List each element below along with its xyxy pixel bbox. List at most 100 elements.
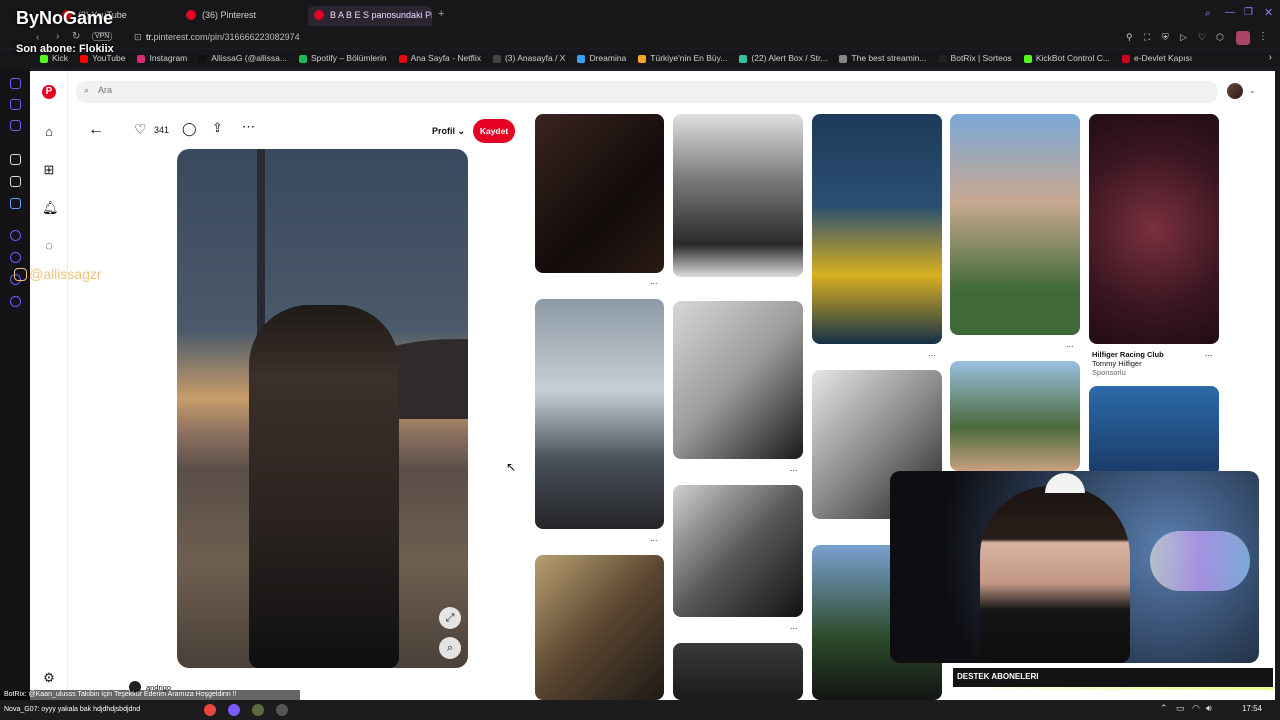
sidebar-app-icon[interactable] <box>10 120 21 131</box>
sidebar-app-icon[interactable] <box>10 154 21 165</box>
more-icon[interactable]: ... <box>650 276 658 286</box>
grid-pin[interactable] <box>950 361 1080 471</box>
pinterest-logo-icon[interactable]: P <box>42 85 56 99</box>
sidebar-app-icon[interactable] <box>10 99 21 110</box>
grid-pin[interactable] <box>1089 386 1219 476</box>
heart-icon[interactable]: ♡ <box>1198 32 1206 43</box>
menu-icon[interactable]: ⋮ <box>1258 31 1268 42</box>
bookmark-item[interactable]: The best streamin... <box>835 50 934 68</box>
search-input[interactable] <box>98 85 498 95</box>
shield-icon[interactable]: ⛨ <box>1162 32 1169 43</box>
chrome-icon[interactable] <box>204 704 216 716</box>
app-icon[interactable] <box>276 704 288 716</box>
app-icon[interactable] <box>228 704 240 716</box>
tab-pinterest-board[interactable]: B A B E S panosundaki Pi <box>308 6 432 26</box>
user-avatar[interactable] <box>1227 83 1243 99</box>
maximize-icon[interactable]: ❐ <box>1244 7 1253 18</box>
reload-icon[interactable]: ↻ <box>72 31 80 42</box>
grid-pin[interactable] <box>535 555 664 700</box>
notifications-icon[interactable]: 🔔︎ <box>42 201 59 215</box>
back-arrow-icon[interactable]: ← <box>88 121 104 139</box>
bookmark-item[interactable]: e-Devlet Kapısı <box>1118 50 1200 68</box>
grid-pin[interactable] <box>673 114 803 277</box>
sidebar-app-icon[interactable] <box>10 230 21 241</box>
grid-pin[interactable] <box>673 485 803 617</box>
more-icon[interactable]: ... <box>928 348 936 358</box>
last-subscriber: Son abone: Flokiix <box>16 43 114 55</box>
pin-icon[interactable]: ⚲ <box>1126 32 1133 43</box>
search-bar[interactable]: ⌕ <box>76 81 1218 103</box>
profile-avatar[interactable] <box>1236 31 1250 45</box>
sidebar-app-icon[interactable] <box>10 78 21 89</box>
pin-image[interactable]: ⤢ ⌕ <box>177 149 468 668</box>
sidebar-app-icon[interactable] <box>10 198 21 209</box>
bookmark-item[interactable]: Ana Sayfa - Netflix <box>395 50 489 68</box>
settings-icon[interactable]: ⚙ <box>42 671 56 685</box>
tray-chevron-icon[interactable]: ⌃ <box>1160 703 1168 714</box>
lock-icon: ⊡ <box>134 32 142 42</box>
messages-icon[interactable]: ◌ <box>42 239 56 253</box>
bookmarks-overflow-icon[interactable]: › <box>1269 52 1272 63</box>
profile-dropdown[interactable]: Profil ⌄ <box>432 126 465 137</box>
grid-pin[interactable] <box>812 114 942 344</box>
heart-icon[interactable]: ♡ <box>134 121 147 138</box>
bookmark-item[interactable]: (22) Alert Box / Str... <box>735 50 835 68</box>
grid-pin[interactable] <box>673 301 803 459</box>
like-count: 341 <box>154 125 170 135</box>
close-icon[interactable]: ✕ <box>1264 6 1273 19</box>
app-icon[interactable] <box>252 704 264 716</box>
settings-icon[interactable] <box>10 296 21 307</box>
bookmark-item[interactable]: Spotify – Bölümlerin <box>295 50 395 68</box>
network-icon[interactable]: ▭ <box>1176 703 1185 714</box>
mouse-cursor: ↖ <box>506 460 517 474</box>
vpn-badge[interactable]: VPN <box>92 32 113 41</box>
share-icon[interactable]: ⇪ <box>212 120 223 136</box>
wifi-icon[interactable]: ◠ <box>1192 703 1200 714</box>
new-tab-plus-icon[interactable]: + <box>438 8 444 20</box>
back-icon[interactable]: ‹ <box>36 32 39 43</box>
save-button[interactable]: Kaydet <box>473 119 515 143</box>
minimize-icon[interactable]: — <box>1225 7 1235 18</box>
progress-bar <box>953 687 1273 690</box>
grid-pin[interactable] <box>535 299 664 529</box>
expand-icon[interactable]: ⤢ <box>439 607 461 629</box>
play-icon[interactable]: ▷ <box>1180 32 1187 43</box>
more-icon[interactable]: ... <box>790 621 798 631</box>
volume-icon[interactable]: 🔊︎ <box>1206 703 1212 714</box>
grid-pin[interactable] <box>535 114 664 273</box>
promo-title[interactable]: Hilfiger Racing Club <box>1092 350 1164 359</box>
bookmark-item[interactable]: BotRix | Sorteos <box>935 50 1020 68</box>
promo-brand[interactable]: Tommy Hilfiger <box>1092 359 1142 368</box>
comment-icon[interactable]: ◯ <box>182 121 197 137</box>
x-icon[interactable] <box>10 176 21 187</box>
url-field[interactable]: tr.pinterest.com/pin/316666223082974 <box>146 32 300 42</box>
bookmark-item[interactable]: Dreamina <box>573 50 634 68</box>
chevron-down-icon[interactable]: ⌄ <box>1249 86 1256 95</box>
grid-pin[interactable] <box>950 114 1080 335</box>
grid-pin[interactable] <box>673 643 803 700</box>
more-icon[interactable]: ... <box>650 533 658 543</box>
sidebar-app-icon[interactable] <box>10 252 21 263</box>
more-icon[interactable]: ... <box>790 463 798 473</box>
bookmark-item[interactable]: KickBot Control C... <box>1020 50 1118 68</box>
home-icon[interactable]: ⌂ <box>42 125 56 139</box>
tab-pinterest[interactable]: (36) Pinterest <box>180 6 304 26</box>
more-icon[interactable]: ⋯ <box>242 119 255 135</box>
promoted-pin[interactable] <box>1089 114 1219 344</box>
search-icon[interactable]: ⌕ <box>1205 8 1211 19</box>
plush-toys <box>1150 531 1250 591</box>
bookmark-item[interactable]: Türkiye'nin En Büy... <box>634 50 735 68</box>
url-rest: pinterest.com/pin/316666223082974 <box>153 32 300 42</box>
more-icon[interactable]: ... <box>1066 339 1074 349</box>
forward-icon[interactable]: › <box>56 31 59 42</box>
channel-name: ByNoGame <box>16 8 114 28</box>
create-icon[interactable]: ⊞ <box>42 163 56 177</box>
bookmark-item[interactable]: AllissaG (@allissa... <box>195 50 295 68</box>
visual-search-icon[interactable]: ⌕ <box>439 637 461 659</box>
extensions-icon[interactable]: ⬡ <box>1216 32 1224 43</box>
bookmark-item[interactable]: (3) Anasayfa / X <box>489 50 573 68</box>
pinterest-icon <box>186 10 196 20</box>
screenshot-icon[interactable]: ⛶ <box>1144 32 1150 43</box>
bookmark-item[interactable]: Instagram <box>133 50 195 68</box>
more-icon[interactable]: ... <box>1205 348 1213 358</box>
